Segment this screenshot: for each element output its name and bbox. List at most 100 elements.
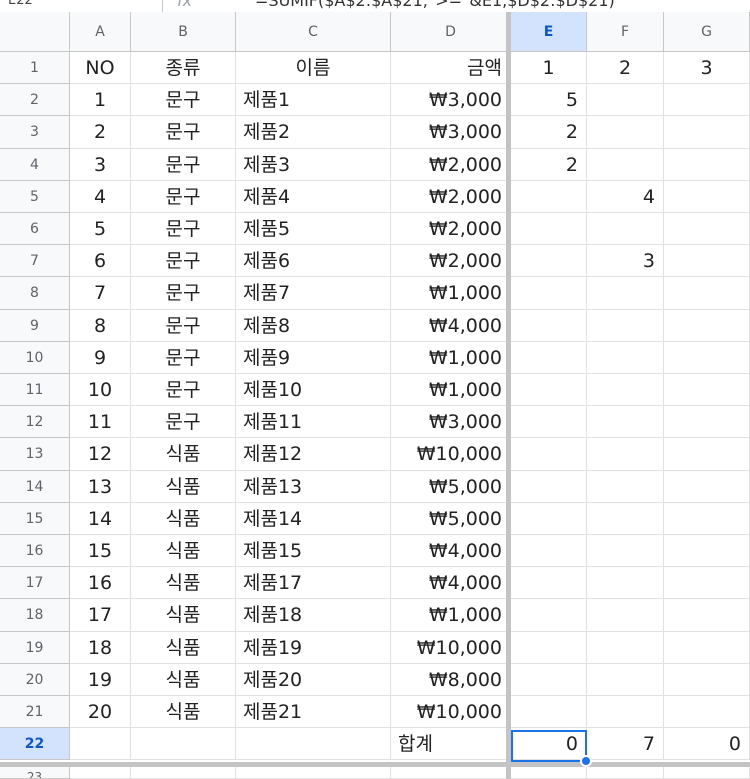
table-cell[interactable]: 3 xyxy=(587,245,664,278)
table-cell[interactable] xyxy=(511,245,587,278)
table-cell[interactable] xyxy=(236,767,391,779)
header-cell-f[interactable]: 2 xyxy=(587,52,664,85)
table-cell[interactable] xyxy=(587,341,664,374)
table-cell[interactable]: ₩3,000 xyxy=(391,116,511,149)
table-cell[interactable]: ₩1,000 xyxy=(391,341,511,374)
table-cell[interactable] xyxy=(511,341,587,374)
table-cell[interactable] xyxy=(511,470,587,503)
table-cell[interactable]: 5 xyxy=(511,84,587,117)
table-cell[interactable]: 제품1 xyxy=(236,84,391,117)
column-header-e[interactable]: E xyxy=(511,12,587,52)
row-number[interactable]: 18 xyxy=(0,599,70,632)
table-cell[interactable]: 식품 xyxy=(131,663,236,696)
table-cell[interactable] xyxy=(587,470,664,503)
column-header-c[interactable]: C xyxy=(236,12,391,52)
table-cell[interactable]: 제품19 xyxy=(236,631,391,664)
table-cell[interactable] xyxy=(664,599,750,632)
table-cell[interactable]: 식품 xyxy=(131,535,236,568)
fill-handle[interactable] xyxy=(580,755,592,767)
row-number[interactable]: 6 xyxy=(0,213,70,246)
table-cell[interactable]: 식품 xyxy=(131,631,236,664)
table-cell[interactable] xyxy=(587,213,664,246)
table-cell[interactable]: 4 xyxy=(70,180,131,213)
row-number[interactable]: 10 xyxy=(0,341,70,374)
table-cell[interactable]: 제품10 xyxy=(236,374,391,407)
table-cell[interactable] xyxy=(664,309,750,342)
table-cell[interactable] xyxy=(511,767,587,779)
row-number[interactable]: 23 xyxy=(0,767,70,779)
table-cell[interactable]: 제품4 xyxy=(236,180,391,213)
table-cell[interactable] xyxy=(131,767,236,779)
table-cell[interactable] xyxy=(131,728,236,761)
table-cell[interactable] xyxy=(511,374,587,407)
table-cell[interactable]: 3 xyxy=(70,148,131,181)
table-cell[interactable]: 15 xyxy=(70,535,131,568)
row-number[interactable]: 7 xyxy=(0,245,70,278)
table-cell[interactable]: 5 xyxy=(70,213,131,246)
table-cell[interactable]: ₩5,000 xyxy=(391,502,511,535)
table-cell[interactable]: 7 xyxy=(70,277,131,310)
table-cell[interactable] xyxy=(664,84,750,117)
table-cell[interactable]: 제품18 xyxy=(236,599,391,632)
table-cell[interactable]: 문구 xyxy=(131,374,236,407)
table-cell[interactable]: ₩4,000 xyxy=(391,535,511,568)
table-cell[interactable]: 11 xyxy=(70,406,131,439)
header-cell-c[interactable]: 이름 xyxy=(236,52,391,85)
table-cell[interactable]: 문구 xyxy=(131,84,236,117)
row-number[interactable]: 12 xyxy=(0,406,70,439)
table-cell[interactable] xyxy=(587,374,664,407)
header-cell-d[interactable]: 금액 xyxy=(391,52,511,85)
table-cell[interactable] xyxy=(511,631,587,664)
row-number[interactable]: 17 xyxy=(0,567,70,600)
table-cell[interactable] xyxy=(664,245,750,278)
table-cell[interactable]: ₩2,000 xyxy=(391,148,511,181)
table-cell[interactable] xyxy=(664,277,750,310)
row-number-selected[interactable]: 22 xyxy=(0,728,70,761)
table-cell[interactable]: ₩2,000 xyxy=(391,245,511,278)
row-number[interactable]: 8 xyxy=(0,277,70,310)
table-cell[interactable] xyxy=(511,535,587,568)
table-cell[interactable]: 제품17 xyxy=(236,567,391,600)
table-cell[interactable]: 제품15 xyxy=(236,535,391,568)
table-cell[interactable] xyxy=(664,406,750,439)
table-cell[interactable] xyxy=(511,696,587,729)
row-number[interactable]: 1 xyxy=(0,52,70,85)
column-header-g[interactable]: G xyxy=(664,12,750,52)
table-cell[interactable]: ₩3,000 xyxy=(391,406,511,439)
column-header-a[interactable]: A xyxy=(70,12,131,52)
table-cell[interactable] xyxy=(511,438,587,471)
table-cell[interactable]: 문구 xyxy=(131,245,236,278)
row-number[interactable]: 15 xyxy=(0,502,70,535)
table-cell[interactable]: 제품7 xyxy=(236,277,391,310)
table-cell[interactable] xyxy=(664,148,750,181)
table-cell[interactable]: 6 xyxy=(70,245,131,278)
table-cell[interactable]: ₩2,000 xyxy=(391,213,511,246)
table-cell[interactable] xyxy=(587,309,664,342)
table-cell[interactable]: ₩8,000 xyxy=(391,663,511,696)
column-header-b[interactable]: B xyxy=(131,12,236,52)
table-cell[interactable]: 8 xyxy=(70,309,131,342)
table-cell[interactable]: 14 xyxy=(70,502,131,535)
table-cell[interactable] xyxy=(587,767,664,779)
frozen-column-divider[interactable] xyxy=(506,12,511,779)
table-cell[interactable]: ₩3,000 xyxy=(391,84,511,117)
table-cell[interactable] xyxy=(664,438,750,471)
table-cell[interactable]: 식품 xyxy=(131,438,236,471)
table-cell[interactable]: 4 xyxy=(587,180,664,213)
table-cell[interactable]: 식품 xyxy=(131,599,236,632)
table-cell[interactable] xyxy=(664,631,750,664)
table-cell[interactable] xyxy=(664,663,750,696)
table-cell[interactable]: 제품5 xyxy=(236,213,391,246)
table-cell[interactable]: 1 xyxy=(70,84,131,117)
table-cell[interactable]: ₩2,000 xyxy=(391,180,511,213)
table-cell[interactable] xyxy=(511,309,587,342)
header-cell-b[interactable]: 종류 xyxy=(131,52,236,85)
table-cell[interactable]: 문구 xyxy=(131,309,236,342)
table-cell[interactable] xyxy=(664,341,750,374)
table-cell[interactable] xyxy=(511,277,587,310)
table-cell[interactable]: 제품2 xyxy=(236,116,391,149)
row-number[interactable]: 21 xyxy=(0,696,70,729)
table-cell[interactable]: 2 xyxy=(511,148,587,181)
table-cell[interactable] xyxy=(511,180,587,213)
table-cell[interactable]: 식품 xyxy=(131,567,236,600)
